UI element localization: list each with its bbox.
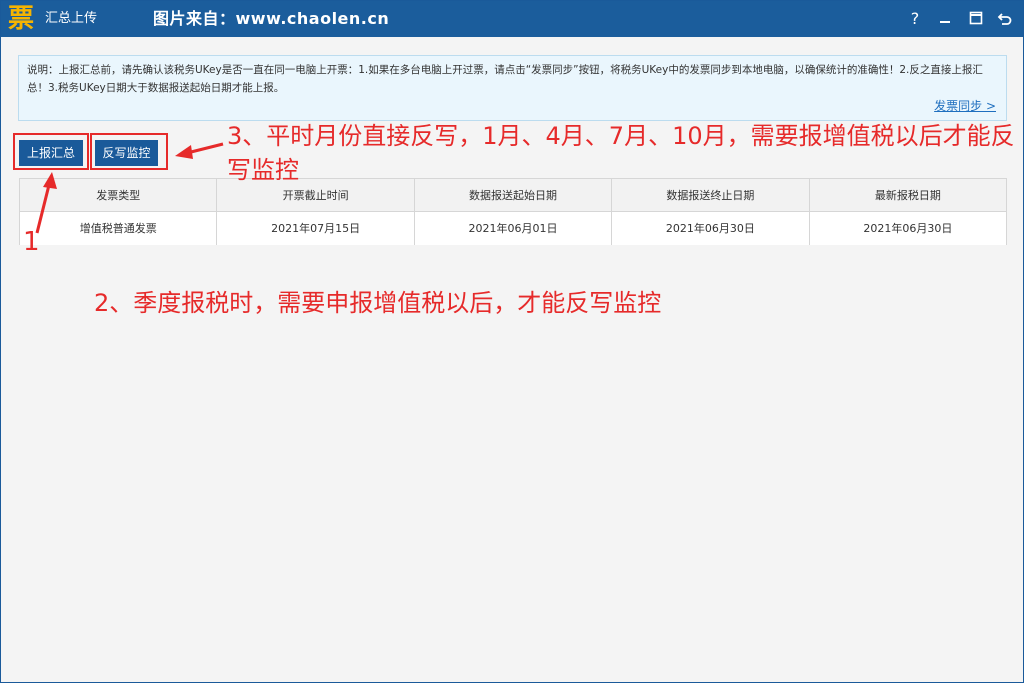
help-icon: ? [910,9,920,28]
invoice-sync-link[interactable]: 发票同步 > [934,97,996,115]
minimize-button[interactable] [933,7,957,31]
table-cell: 2021年06月30日 [863,222,953,235]
annotation-note-1: 1 [23,227,40,257]
return-button[interactable] [993,7,1017,31]
instruction-notice: 说明：上报汇总前，请先确认该税务UKey是否一直在同一电脑上开票：1.如果在多台… [18,55,1007,121]
tax-period-table: 发票类型 开票截止时间 数据报送起始日期 数据报送终止日期 最新报税日期 增值税… [19,178,1007,245]
highlight-box-report [13,133,89,170]
table-row[interactable]: 增值税普通发票 2021年07月15日 2021年06月01日 2021年06月… [20,212,1006,245]
annotation-note-2: 2、季度报税时，需要申报增值税以后，才能反写监控 [94,289,662,317]
minimize-icon [940,21,950,23]
return-icon [997,13,1012,25]
help-button[interactable]: ? [903,7,927,31]
column-header: 发票类型 [20,179,218,211]
app-window: 票 汇总上传 图片来自：www.chaolen.cn ? 说明：上报汇总前，请先… [0,0,1024,683]
table-cell: 增值税普通发票 [20,212,218,245]
table-cell: 2021年07月15日 [217,212,415,245]
table-cell: 2021年06月01日 [415,212,613,245]
window-title: 汇总上传 [45,11,98,26]
notice-text: 说明：上报汇总前，请先确认该税务UKey是否一直在同一电脑上开票：1.如果在多台… [27,64,983,94]
arrow-to-monitor-button [175,142,224,159]
annotation-note-3: 3、平时月份直接反写，1月、4月、7月、10月，需要报增值税以后才能反写监控 [227,122,1015,184]
table-cell: 2021年06月30日 [612,212,810,245]
highlight-box-monitor [90,133,168,170]
maximize-icon [969,11,983,25]
maximize-button[interactable] [964,7,988,31]
title-bar[interactable]: 票 汇总上传 图片来自：www.chaolen.cn ? [1,1,1023,37]
app-logo-icon: 票 [7,4,35,34]
image-source-text: 图片来自：www.chaolen.cn [153,9,390,28]
